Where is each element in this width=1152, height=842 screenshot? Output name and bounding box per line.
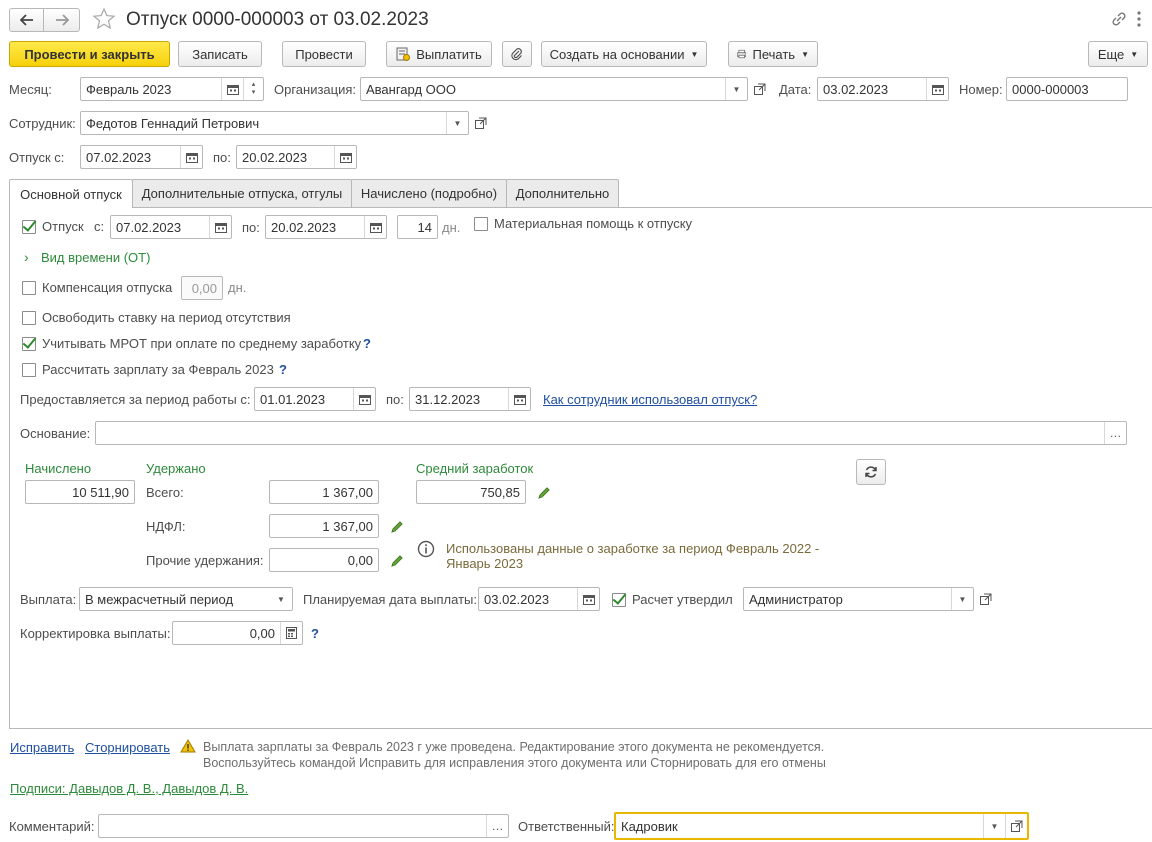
pay-button[interactable]: Выплатить: [386, 41, 492, 67]
date-label: Дата:: [779, 82, 812, 97]
calendar-icon[interactable]: [926, 78, 948, 100]
employee-field[interactable]: Федотов Геннадий Петрович ▼: [80, 111, 469, 135]
spin-updown-icon[interactable]: ▴ ▾: [243, 78, 263, 100]
forward-button[interactable]: [44, 8, 80, 32]
back-button[interactable]: [9, 8, 44, 32]
tab-additional-vacations[interactable]: Дополнительные отпуска, отгулы: [132, 179, 352, 207]
organization-label: Организация:: [274, 82, 357, 97]
arrow-left-icon: [19, 14, 33, 26]
print-button[interactable]: Печать ▼: [728, 41, 818, 67]
warning-icon: [180, 739, 196, 753]
signatures-link[interactable]: Подписи: Давыдов Д. В., Давыдов Д. В.: [10, 781, 248, 796]
organization-field[interactable]: Авангард ООО ▼: [360, 77, 748, 101]
calendar-icon[interactable]: [221, 78, 243, 100]
paperclip-icon: [511, 48, 522, 61]
arrow-right-icon: [55, 14, 69, 26]
tab-main-vacation[interactable]: Основной отпуск: [9, 179, 133, 208]
link-icon[interactable]: [1110, 10, 1128, 28]
comment-field[interactable]: …: [98, 814, 509, 838]
save-button[interactable]: Записать: [178, 41, 262, 67]
tab-panel: [9, 207, 1152, 729]
vacation-from-label: Отпуск с:: [9, 150, 65, 165]
vacation-from-field[interactable]: 07.02.2023: [80, 145, 203, 169]
dropdown-arrow-icon: ▼: [1130, 49, 1139, 59]
date-field[interactable]: 03.02.2023: [817, 77, 949, 101]
favorite-star-icon[interactable]: [92, 7, 116, 31]
create-based-on-button[interactable]: Создать на основании ▼: [541, 41, 707, 67]
open-external-icon[interactable]: [472, 114, 490, 132]
responsible-label: Ответственный:: [518, 819, 615, 834]
calendar-icon[interactable]: [180, 146, 202, 168]
open-external-icon[interactable]: [1005, 814, 1027, 838]
printer-icon: [737, 49, 747, 59]
employee-label: Сотрудник:: [9, 116, 76, 131]
page-title: Отпуск 0000-000003 от 03.02.2023: [126, 9, 429, 30]
more-button[interactable]: Еще ▼: [1088, 41, 1148, 67]
open-external-icon[interactable]: [751, 80, 769, 98]
number-field[interactable]: 0000-000003: [1006, 77, 1128, 101]
ellipsis-icon[interactable]: …: [486, 815, 508, 837]
responsible-field[interactable]: Кадровик ▼: [614, 812, 1029, 840]
dropdown-arrow-icon: ▼: [690, 49, 699, 59]
post-and-close-button[interactable]: Провести и закрыть: [9, 41, 170, 67]
number-label: Номер:: [959, 82, 1003, 97]
warning-text-line1: Выплата зарплаты за Февраль 2023 г уже п…: [203, 740, 825, 754]
post-button[interactable]: Провести: [282, 41, 366, 67]
tab-additional[interactable]: Дополнительно: [506, 179, 619, 207]
dropdown-arrow-icon[interactable]: ▼: [725, 78, 747, 100]
calendar-icon[interactable]: [334, 146, 356, 168]
fix-link[interactable]: Исправить: [10, 740, 74, 755]
tab-accrued-detailed[interactable]: Начислено (подробно): [351, 179, 507, 207]
more-vertical-icon[interactable]: [1134, 10, 1144, 28]
dropdown-arrow-icon[interactable]: ▼: [446, 112, 468, 134]
payment-icon: [396, 47, 411, 61]
month-field[interactable]: Февраль 2023 ▴ ▾: [80, 77, 264, 101]
storno-link[interactable]: Сторнировать: [85, 740, 170, 755]
vacation-to-label: по:: [213, 150, 231, 165]
month-label: Месяц:: [9, 82, 52, 97]
dropdown-arrow-icon[interactable]: ▼: [983, 814, 1005, 838]
vacation-to-field[interactable]: 20.02.2023: [236, 145, 357, 169]
dropdown-arrow-icon: ▼: [801, 49, 809, 59]
comment-label: Комментарий:: [9, 819, 95, 834]
warning-text-line2: Воспользуйтесь командой Исправить для ис…: [203, 756, 826, 770]
attach-button[interactable]: [502, 41, 532, 67]
